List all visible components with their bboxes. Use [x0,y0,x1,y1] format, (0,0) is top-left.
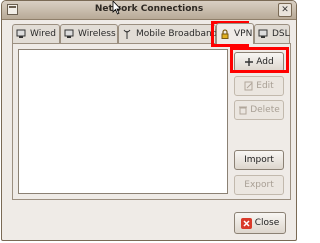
edit-icon [244,81,253,91]
connection-type-tabs: Wired Wireless Mobile Broadband VPN DSL [12,23,294,44]
vpn-tab-panel: Add Edit Delete Import Export [12,43,291,200]
lock-icon [221,29,229,39]
delete-button[interactable]: Delete [234,100,284,120]
import-button-label: Import [244,155,274,165]
network-connections-window: Network Connections ✕ Wired Wireless Mob… [1,0,297,241]
tab-label: Mobile Broadband [136,29,218,39]
trash-icon [239,106,248,115]
close-button-label: Close [254,218,280,228]
add-button-label: Add [256,57,274,67]
export-button[interactable]: Export [234,175,284,195]
tab-label: Wireless [78,29,116,39]
antenna-icon [123,29,131,39]
tab-vpn[interactable]: VPN [216,23,254,44]
vpn-connections-list[interactable] [18,49,228,194]
wired-icon [16,29,26,38]
tab-mobile-broadband[interactable]: Mobile Broadband [118,24,218,43]
mouse-cursor-icon [112,1,122,15]
tab-wired[interactable]: Wired [12,24,60,43]
tab-label: Wired [30,29,56,39]
tab-wireless[interactable]: Wireless [60,24,118,43]
wireless-icon [64,29,74,38]
title-bar[interactable]: Network Connections ✕ [2,1,296,20]
edit-button[interactable]: Edit [234,76,284,96]
close-button[interactable]: Close [234,212,286,234]
window-close-button[interactable]: ✕ [278,3,292,17]
add-button[interactable]: Add [234,52,284,72]
import-button[interactable]: Import [234,150,284,170]
dsl-icon [258,29,268,38]
close-icon [240,217,252,229]
edit-button-label: Edit [256,81,274,91]
delete-button-label: Delete [250,105,280,115]
tab-label: DSL [272,29,290,39]
export-button-label: Export [244,180,274,190]
plus-icon [245,58,254,66]
tab-label: VPN [234,29,253,39]
tab-dsl[interactable]: DSL [254,24,290,43]
window-title: Network Connections [94,4,204,14]
